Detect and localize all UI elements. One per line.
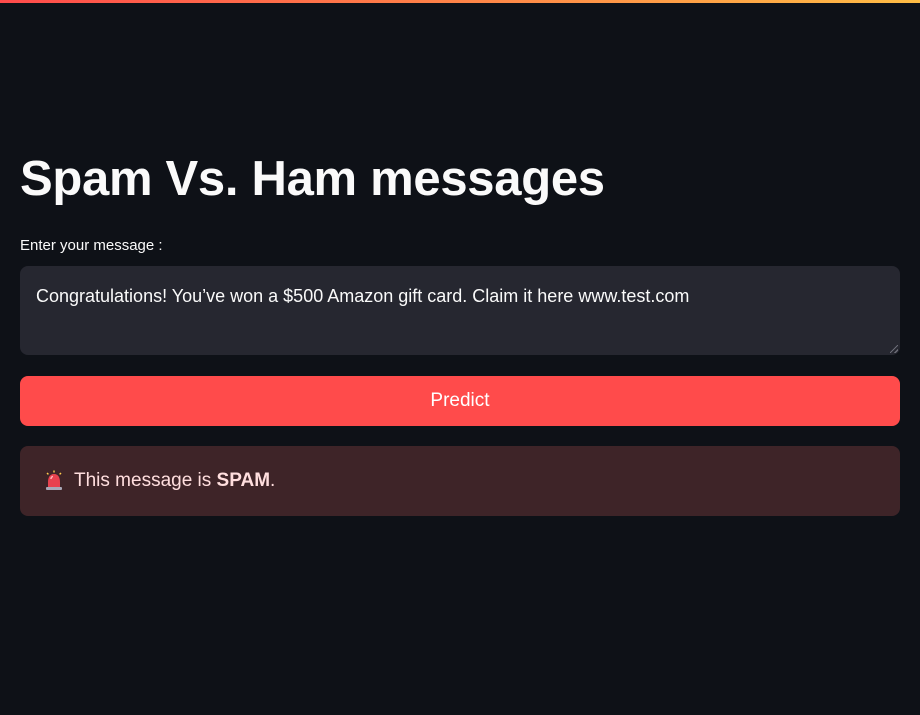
message-textarea-value[interactable]: Congratulations! You’ve won a $500 Amazo… [36,284,884,308]
page-title: Spam Vs. Ham messages [20,152,605,206]
result-suffix: . [270,470,276,491]
predict-button[interactable]: Predict [20,376,900,426]
resize-handle-icon[interactable] [890,345,898,353]
result-prefix: This message is [74,470,217,491]
message-field-label: Enter your message : [20,237,163,254]
result-verdict: SPAM [216,470,271,491]
police-siren-icon [44,470,64,492]
message-textarea[interactable]: Congratulations! You’ve won a $500 Amazo… [20,266,900,355]
header-decoration-bar [0,0,920,3]
result-alert: This message is SPAM. [20,446,900,516]
result-message: This message is SPAM. [74,470,275,492]
